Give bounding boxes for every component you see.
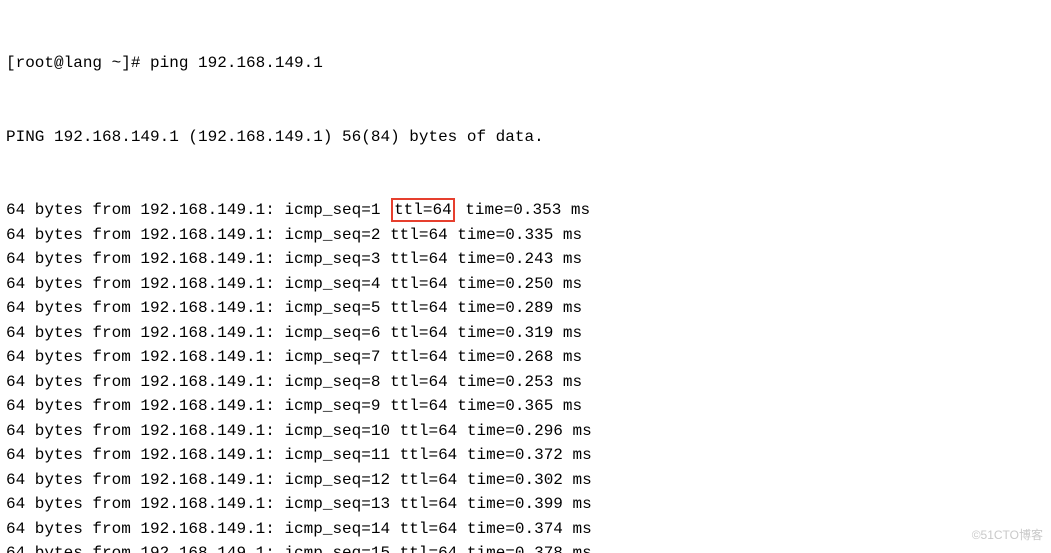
terminal-output[interactable]: [root@lang ~]# ping 192.168.149.1 PING 1… [0,0,1051,553]
ttl-value: ttl=64 [390,397,448,415]
reply-prefix: 64 bytes from 192.168.149.1: icmp_seq=2 [6,226,390,244]
shell-prompt-line: [root@lang ~]# ping 192.168.149.1 [6,51,1045,76]
ping-reply-line: 64 bytes from 192.168.149.1: icmp_seq=1 … [6,198,1045,223]
ttl-value: ttl=64 [390,324,448,342]
ttl-value: ttl=64 [400,422,458,440]
ttl-value: ttl=64 [390,373,448,391]
ping-reply-line: 64 bytes from 192.168.149.1: icmp_seq=7 … [6,345,1045,370]
ping-reply-line: 64 bytes from 192.168.149.1: icmp_seq=11… [6,443,1045,468]
time-value: time=0.319 ms [448,324,582,342]
ping-reply-line: 64 bytes from 192.168.149.1: icmp_seq=8 … [6,370,1045,395]
reply-prefix: 64 bytes from 192.168.149.1: icmp_seq=14 [6,520,400,538]
watermark: ©51CTO博客 [972,523,1043,548]
ping-reply-line: 64 bytes from 192.168.149.1: icmp_seq=10… [6,419,1045,444]
ttl-value: ttl=64 [400,520,458,538]
time-value: time=0.399 ms [457,495,591,513]
time-value: time=0.253 ms [448,373,582,391]
ping-reply-line: 64 bytes from 192.168.149.1: icmp_seq=15… [6,541,1045,553]
ping-header-line: PING 192.168.149.1 (192.168.149.1) 56(84… [6,125,1045,150]
time-value: time=0.365 ms [448,397,582,415]
reply-prefix: 64 bytes from 192.168.149.1: icmp_seq=3 [6,250,390,268]
ping-reply-line: 64 bytes from 192.168.149.1: icmp_seq=2 … [6,223,1045,248]
ping-reply-line: 64 bytes from 192.168.149.1: icmp_seq=9 … [6,394,1045,419]
reply-prefix: 64 bytes from 192.168.149.1: icmp_seq=10 [6,422,400,440]
reply-prefix: 64 bytes from 192.168.149.1: icmp_seq=4 [6,275,390,293]
ttl-value: ttl=64 [400,495,458,513]
reply-prefix: 64 bytes from 192.168.149.1: icmp_seq=12 [6,471,400,489]
ttl-value: ttl=64 [400,471,458,489]
ping-reply-line: 64 bytes from 192.168.149.1: icmp_seq=5 … [6,296,1045,321]
time-value: time=0.268 ms [448,348,582,366]
ping-reply-line: 64 bytes from 192.168.149.1: icmp_seq=6 … [6,321,1045,346]
ping-reply-line: 64 bytes from 192.168.149.1: icmp_seq=13… [6,492,1045,517]
ttl-value: ttl=64 [400,544,458,553]
ttl-value: ttl=64 [391,198,455,222]
time-value: time=0.243 ms [448,250,582,268]
reply-prefix: 64 bytes from 192.168.149.1: icmp_seq=15 [6,544,400,553]
ttl-value: ttl=64 [390,348,448,366]
reply-prefix: 64 bytes from 192.168.149.1: icmp_seq=11 [6,446,400,464]
ttl-value: ttl=64 [390,275,448,293]
time-value: time=0.250 ms [448,275,582,293]
reply-prefix: 64 bytes from 192.168.149.1: icmp_seq=5 [6,299,390,317]
ttl-value: ttl=64 [390,250,448,268]
ping-reply-line: 64 bytes from 192.168.149.1: icmp_seq=12… [6,468,1045,493]
time-value: time=0.296 ms [457,422,591,440]
reply-prefix: 64 bytes from 192.168.149.1: icmp_seq=1 [6,201,390,219]
ping-reply-line: 64 bytes from 192.168.149.1: icmp_seq=4 … [6,272,1045,297]
time-value: time=0.378 ms [457,544,591,553]
time-value: time=0.335 ms [448,226,582,244]
time-value: time=0.374 ms [457,520,591,538]
ping-reply-line: 64 bytes from 192.168.149.1: icmp_seq=14… [6,517,1045,542]
time-value: time=0.302 ms [457,471,591,489]
ping-reply-line: 64 bytes from 192.168.149.1: icmp_seq=3 … [6,247,1045,272]
time-value: time=0.289 ms [448,299,582,317]
ttl-value: ttl=64 [390,299,448,317]
ttl-value: ttl=64 [400,446,458,464]
reply-prefix: 64 bytes from 192.168.149.1: icmp_seq=8 [6,373,390,391]
reply-prefix: 64 bytes from 192.168.149.1: icmp_seq=13 [6,495,400,513]
reply-prefix: 64 bytes from 192.168.149.1: icmp_seq=9 [6,397,390,415]
reply-prefix: 64 bytes from 192.168.149.1: icmp_seq=6 [6,324,390,342]
ttl-value: ttl=64 [390,226,448,244]
time-value: time=0.372 ms [457,446,591,464]
reply-prefix: 64 bytes from 192.168.149.1: icmp_seq=7 [6,348,390,366]
time-value: time=0.353 ms [456,201,590,219]
